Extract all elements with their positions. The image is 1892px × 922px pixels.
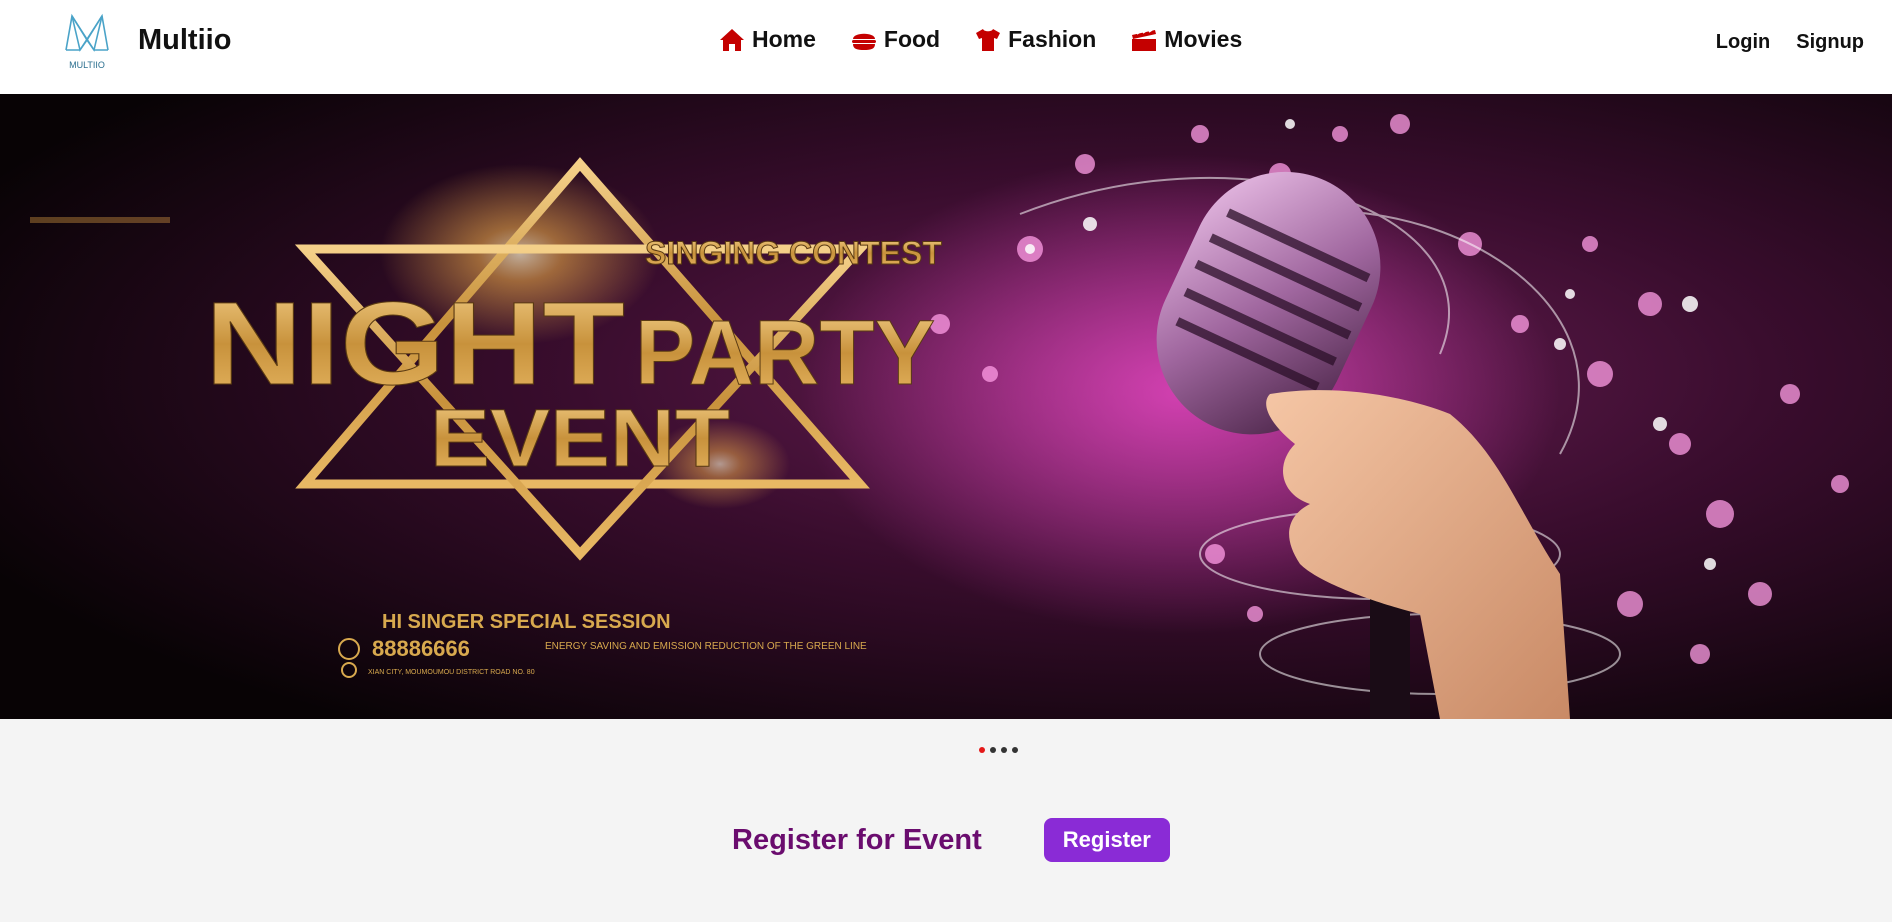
banner-headline-night: NIGHT [205, 278, 625, 410]
shirt-icon [976, 28, 1001, 51]
nav-home[interactable]: Home [718, 26, 816, 53]
banner-headline-party: PARTY [635, 302, 935, 404]
banner-session-text: HI SINGER SPECIAL SESSION [382, 611, 671, 633]
nav-home-label: Home [752, 26, 816, 52]
logo-text: MULTIIO [69, 60, 105, 70]
brand-name[interactable]: Multiio [138, 24, 231, 57]
auth-links: Login Signup [1716, 31, 1864, 54]
hero-banner[interactable]: SINGING CONTEST NIGHT PARTY EVENT HI SIN… [0, 94, 1892, 719]
banner-top-text: SINGING CONTEST [645, 235, 942, 271]
night-party-poster: SINGING CONTEST NIGHT PARTY EVENT HI SIN… [0, 94, 1892, 719]
nav-food[interactable]: Food [850, 26, 940, 53]
register-section: Register for Event Register [732, 818, 1170, 862]
nav-food-label: Food [883, 26, 941, 52]
signup-link[interactable]: Signup [1796, 31, 1864, 54]
carousel-indicators [979, 747, 1018, 753]
banner-address: XIAN CITY, MOUMOUMOU DISTRICT ROAD NO. 8… [368, 669, 535, 676]
food-icon [851, 33, 876, 50]
multiio-logo[interactable]: MULTIIO [60, 10, 114, 72]
nav-fashion[interactable]: Fashion [974, 26, 1096, 53]
carousel-dot-4[interactable] [1012, 747, 1018, 753]
banner-headline-event: EVENT [430, 393, 730, 484]
carousel-dot-2[interactable] [990, 747, 996, 753]
banner-tagline: ENERGY SAVING AND EMISSION REDUCTION OF … [545, 641, 867, 652]
login-link[interactable]: Login [1716, 31, 1770, 54]
home-icon [720, 28, 744, 51]
nav-fashion-label: Fashion [1008, 26, 1097, 52]
register-button[interactable]: Register [1043, 818, 1170, 862]
nav-movies[interactable]: Movies [1130, 26, 1242, 53]
register-title: Register for Event [732, 823, 982, 856]
clapperboard-icon [1132, 28, 1157, 51]
main-nav: Home Food Fashion Movies [718, 26, 1242, 53]
banner-phone: 88886666 [372, 636, 470, 661]
carousel-dot-1[interactable] [979, 747, 985, 753]
navbar: MULTIIO Multiio Home Food Fashion Movies… [0, 0, 1892, 94]
nav-movies-label: Movies [1164, 26, 1243, 52]
carousel-dot-3[interactable] [1001, 747, 1007, 753]
